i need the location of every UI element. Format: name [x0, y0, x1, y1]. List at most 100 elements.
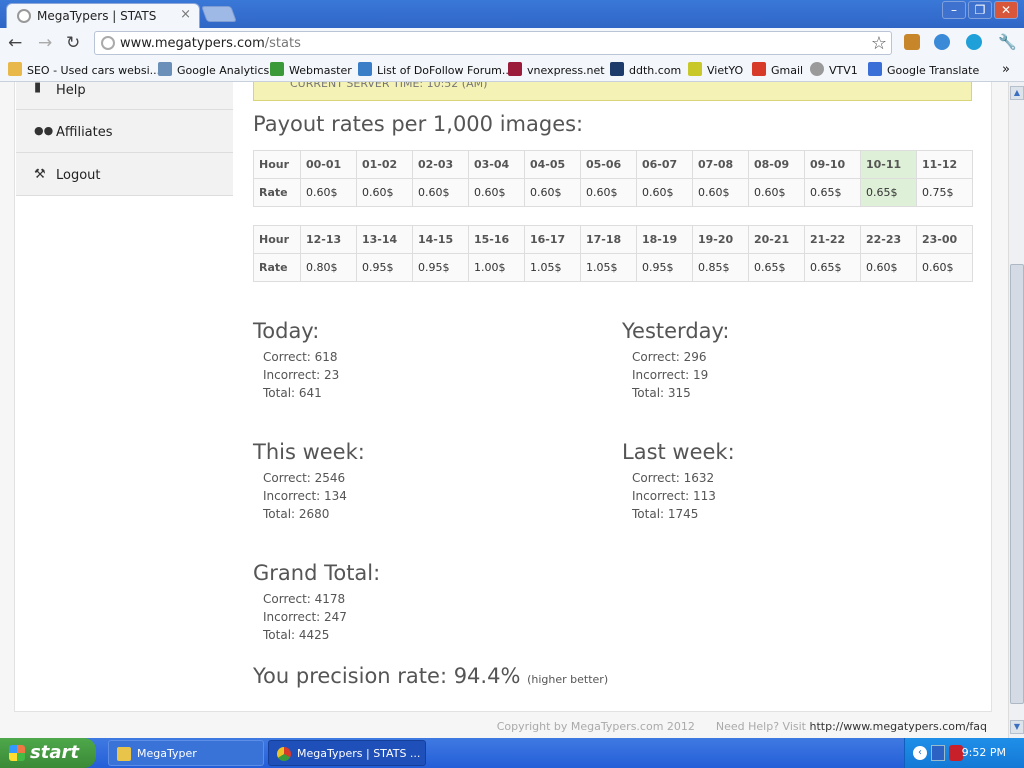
bookmark-item[interactable]: VietYO: [688, 62, 743, 77]
vertical-scrollbar[interactable]: ▲ ▼: [1008, 82, 1024, 738]
hour-cell: 04-05: [524, 150, 581, 179]
hour-cell: 15-16: [468, 225, 525, 254]
bookmark-item[interactable]: Gmail: [752, 62, 803, 77]
bookmark-item[interactable]: Google Translate: [868, 62, 979, 77]
rate-cell: 0.85$: [692, 253, 749, 282]
running-man-icon: ⚒: [34, 167, 46, 182]
wrench-icon[interactable]: 🔧: [998, 33, 1017, 51]
scrollbar-thumb[interactable]: [1010, 264, 1024, 704]
payout-table-pm: Hour 12-13 13-14 14-15 15-16 16-17 17-18 18-19 1…: [253, 225, 973, 282]
hour-cell: 07-08: [692, 150, 749, 179]
rate-cell: 0.60$: [636, 178, 693, 207]
bookmark-item[interactable]: vnexpress.net: [508, 62, 605, 77]
forward-arrow-icon[interactable]: →: [38, 33, 52, 53]
folder-icon: [117, 747, 131, 761]
clock: 9:52 PM: [961, 746, 1006, 759]
sidebar-item-label: Logout: [56, 168, 101, 183]
bookmark-item[interactable]: ddth.com: [610, 62, 681, 77]
gmail-icon: [752, 62, 766, 76]
start-button[interactable]: start: [0, 738, 96, 768]
hour-cell: 10-11: [860, 150, 917, 179]
incorrect-count: Incorrect: 247: [263, 610, 347, 624]
tab-title: MegaTypers | STATS: [37, 9, 157, 23]
bookmark-item[interactable]: VTV1: [810, 62, 858, 77]
grand-total-stats: Correct: 4178 Incorrect: 247 Total: 4425: [263, 590, 347, 644]
last-week-stats: Correct: 1632 Incorrect: 113 Total: 1745: [632, 469, 716, 523]
windows-taskbar: start MegaTyper MegaTypers | STATS ... ‹…: [0, 738, 1024, 768]
precision-rate: You precision rate: 94.4% (higher better…: [253, 664, 608, 688]
incorrect-count: Incorrect: 23: [263, 368, 340, 382]
faq-link[interactable]: http://www.megatypers.com/faq: [810, 720, 988, 733]
extension-icon[interactable]: [934, 34, 950, 50]
page-info-icon[interactable]: [101, 36, 115, 50]
skype-icon[interactable]: [966, 34, 982, 50]
server-time-notice: CURRENT SERVER TIME: 10:52 (AM): [253, 82, 972, 101]
vnexpress-icon: [508, 62, 522, 76]
rate-cell: 0.60$: [860, 253, 917, 282]
incorrect-count: Incorrect: 19: [632, 368, 709, 382]
show-hidden-icons-icon[interactable]: ‹: [913, 746, 927, 760]
today-heading: Today:: [253, 319, 320, 343]
reload-icon[interactable]: ↻: [66, 33, 80, 53]
hour-cell: 23-00: [916, 225, 973, 254]
more-bookmarks-icon[interactable]: »: [1002, 62, 1010, 77]
incorrect-count: Incorrect: 134: [263, 489, 347, 503]
windows-logo-icon: [9, 745, 25, 761]
taskbar-item-label: MegaTyper: [137, 747, 197, 760]
window-controls: – ❐ ✕: [940, 1, 1018, 19]
rate-cell: 0.95$: [356, 253, 413, 282]
bookmark-item[interactable]: List of DoFollow Forum...: [358, 62, 512, 77]
correct-count: Correct: 296: [632, 350, 707, 364]
taskbar-item-label: MegaTypers | STATS ...: [297, 747, 421, 760]
scroll-up-arrow-icon[interactable]: ▲: [1010, 86, 1024, 100]
hour-cell: 02-03: [412, 150, 469, 179]
bookmark-item[interactable]: Google Analytics: [158, 62, 269, 77]
hour-label: Hour: [253, 150, 301, 179]
yesterday-heading: Yesterday:: [622, 319, 730, 343]
vietyo-icon: [688, 62, 702, 76]
bookmark-star-icon[interactable]: ☆: [871, 33, 887, 54]
rate-cell: 1.05$: [580, 253, 637, 282]
bookmarks-bar: SEO - Used cars websi... Google Analytic…: [0, 58, 1024, 82]
taskbar-item-megatyper[interactable]: MegaTyper: [108, 740, 264, 766]
close-tab-icon[interactable]: ×: [180, 7, 191, 22]
total-count: Total: 315: [632, 386, 691, 400]
network-icon[interactable]: [931, 745, 945, 761]
minimize-button[interactable]: –: [942, 1, 966, 19]
today-stats: Correct: 618 Incorrect: 23 Total: 641: [263, 348, 339, 402]
hour-cell: 03-04: [468, 150, 525, 179]
extension-icon[interactable]: [904, 34, 920, 50]
new-tab-button[interactable]: [201, 6, 237, 22]
total-count: Total: 4425: [263, 628, 330, 642]
rate-cell: 0.60$: [692, 178, 749, 207]
total-count: Total: 2680: [263, 507, 330, 521]
tab-megatypers-stats[interactable]: MegaTypers | STATS ×: [6, 3, 200, 28]
last-week-heading: Last week:: [622, 440, 735, 464]
rate-cell: 0.95$: [412, 253, 469, 282]
page-footer: Copyright by MegaTypers.com 2012 Need He…: [497, 720, 987, 733]
hour-cell: 22-23: [860, 225, 917, 254]
sidebar-item-help[interactable]: ▮ Help: [16, 82, 233, 110]
grand-total-heading: Grand Total:: [253, 561, 381, 585]
taskbar-item-browser[interactable]: MegaTypers | STATS ...: [268, 740, 426, 766]
scroll-down-arrow-icon[interactable]: ▼: [1010, 720, 1024, 734]
sidebar-menu: ▮ Help ●● Affiliates ⚒ Logout: [16, 82, 233, 196]
yesterday-stats: Correct: 296 Incorrect: 19 Total: 315: [632, 348, 708, 402]
address-bar[interactable]: www.megatypers.com/stats ☆: [94, 31, 892, 55]
sidebar-item-label: Affiliates: [56, 125, 113, 140]
close-window-button[interactable]: ✕: [994, 1, 1018, 19]
maximize-button[interactable]: ❐: [968, 1, 992, 19]
bookmark-item[interactable]: Webmaster: [270, 62, 352, 77]
bookmark-item[interactable]: SEO - Used cars websi...: [8, 62, 160, 77]
rate-cell: 0.75$: [916, 178, 973, 207]
rate-cell: 1.05$: [524, 253, 581, 282]
sidebar-item-logout[interactable]: ⚒ Logout: [16, 154, 233, 196]
sidebar-item-affiliates[interactable]: ●● Affiliates: [16, 111, 233, 153]
browser-titlebar: MegaTypers | STATS × – ❐ ✕: [0, 0, 1024, 28]
globe-icon: [810, 62, 824, 76]
server-time-text: CURRENT SERVER TIME: 10:52 (AM): [290, 82, 488, 90]
back-arrow-icon[interactable]: ←: [8, 33, 22, 53]
total-count: Total: 641: [263, 386, 322, 400]
correct-count: Correct: 4178: [263, 592, 346, 606]
rate-cell: 0.65$: [748, 253, 805, 282]
